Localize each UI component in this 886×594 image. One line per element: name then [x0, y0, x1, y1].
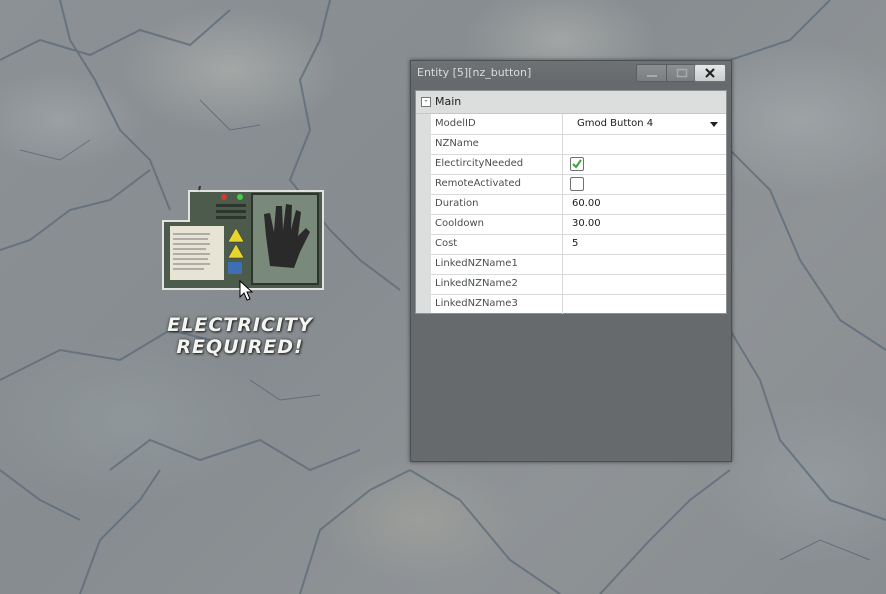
- cooldown-input[interactable]: 30.00: [564, 214, 726, 234]
- close-button[interactable]: [694, 64, 726, 82]
- property-key: RemoteActivated: [431, 174, 563, 194]
- property-key: ElectircityNeeded: [431, 154, 563, 174]
- property-row-electricity-needed: ElectircityNeeded: [431, 154, 726, 175]
- property-key: ModelID: [431, 114, 563, 134]
- property-key: LinkedNZName2: [431, 274, 563, 294]
- property-row-linkednzname3: LinkedNZName3: [431, 294, 726, 314]
- electricity-needed-checkbox[interactable]: [570, 157, 584, 171]
- property-key: Cost: [431, 234, 563, 254]
- property-key: Duration: [431, 194, 563, 214]
- modelid-combo[interactable]: Gmod Button 4: [564, 114, 726, 134]
- property-key: NZName: [431, 134, 563, 154]
- property-row-remote-activated: RemoteActivated: [431, 174, 726, 195]
- collapse-toggle-icon[interactable]: -: [421, 97, 431, 107]
- property-key: LinkedNZName3: [431, 294, 563, 314]
- property-gutter: [416, 114, 431, 313]
- category-header-main[interactable]: - Main: [416, 91, 726, 114]
- nz-button-prop[interactable]: [158, 165, 326, 294]
- checkmark-icon: [572, 159, 582, 169]
- linkednzname1-input[interactable]: [564, 254, 726, 274]
- property-sheet: - Main ModelID Gmod Button 4 NZName Elec…: [415, 90, 727, 314]
- window-titlebar[interactable]: Entity [5][nz_button]: [411, 61, 731, 85]
- remote-activated-checkbox[interactable]: [570, 177, 584, 191]
- minimize-icon: [647, 75, 657, 77]
- duration-input[interactable]: 60.00: [564, 194, 726, 214]
- property-row-cost: Cost 5: [431, 234, 726, 255]
- property-row-modelid: ModelID Gmod Button 4: [431, 114, 726, 135]
- cost-input[interactable]: 5: [564, 234, 726, 254]
- combo-value: Gmod Button 4: [577, 118, 654, 129]
- hand-scanner-panel: [162, 165, 324, 290]
- property-row-cooldown: Cooldown 30.00: [431, 214, 726, 235]
- property-key: Cooldown: [431, 214, 563, 234]
- property-row-linkednzname1: LinkedNZName1: [431, 254, 726, 275]
- linkednzname3-input[interactable]: [564, 294, 726, 314]
- window-title: Entity [5][nz_button]: [417, 66, 532, 79]
- property-row-linkednzname2: LinkedNZName2: [431, 274, 726, 295]
- nzname-input[interactable]: [564, 134, 726, 154]
- category-label: Main: [435, 95, 462, 108]
- property-key: LinkedNZName1: [431, 254, 563, 274]
- close-icon: [705, 68, 715, 78]
- remote-activated-cell: [564, 174, 726, 194]
- minimize-button[interactable]: [636, 64, 668, 82]
- maximize-icon: [676, 68, 688, 78]
- chevron-down-icon[interactable]: [710, 122, 718, 127]
- mouse-cursor-icon: [239, 280, 254, 301]
- property-row-nzname: NZName: [431, 134, 726, 155]
- linkednzname2-input[interactable]: [564, 274, 726, 294]
- electricity-required-label: ELECTRICITY REQUIRED!: [167, 314, 313, 358]
- property-row-duration: Duration 60.00: [431, 194, 726, 215]
- entity-properties-window[interactable]: Entity [5][nz_button] - Main ModelID Gmo…: [410, 60, 732, 462]
- electricity-needed-cell: [564, 154, 726, 174]
